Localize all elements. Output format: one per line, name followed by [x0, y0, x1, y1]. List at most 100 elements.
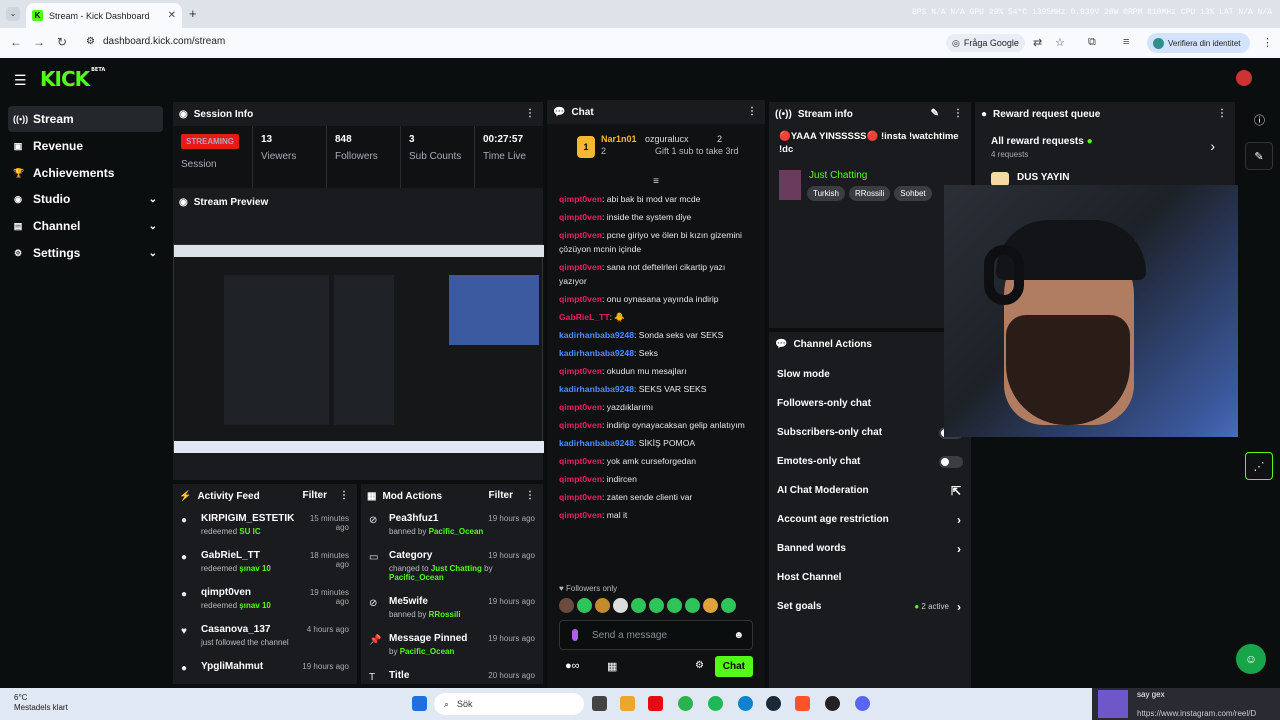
edit-pencil-icon[interactable]: ✎ — [931, 108, 939, 119]
notification-toast[interactable]: say gex https://www.instagram.com/reel/D — [1092, 688, 1280, 720]
emotes-only-option[interactable]: Emotes-only chat — [769, 447, 971, 476]
chat-username[interactable]: GabRieL_TT — [559, 312, 610, 322]
filter-button[interactable]: Filter — [489, 490, 513, 501]
chat-settings-icon[interactable]: ≡ — [547, 176, 765, 190]
profile-verify-button[interactable]: Verifiera din identitet — [1147, 33, 1250, 53]
discord-icon[interactable] — [855, 696, 870, 711]
sidebar-item-achievements[interactable]: 🏆 Achievements — [8, 160, 163, 186]
back-icon[interactable]: ← — [10, 35, 22, 49]
sidebar-item-channel[interactable]: ▤ Channel ⌄ — [8, 213, 163, 239]
account-age-option[interactable]: Account age restriction › — [769, 505, 971, 534]
chat-username[interactable]: kadirhanbaba9248 — [559, 384, 634, 394]
extensions-icon[interactable]: ⧉ — [1088, 36, 1096, 49]
chevron-right-icon[interactable]: › — [1210, 138, 1215, 154]
close-tab-icon[interactable]: ✕ — [168, 10, 176, 21]
chat-username[interactable]: qimpt0ven — [559, 492, 602, 502]
more-options-icon[interactable]: ⋮ — [747, 106, 757, 117]
sidebar-item-studio[interactable]: ◉ Studio ⌄ — [8, 186, 163, 212]
emotes-only-toggle[interactable] — [939, 455, 963, 468]
set-goals-option[interactable]: Set goals ● 2 active › — [769, 592, 971, 621]
sidebar-item-settings[interactable]: ⚙ Settings ⌄ — [8, 240, 163, 266]
host-channel-option[interactable]: Host Channel — [769, 563, 971, 592]
forward-icon[interactable]: → — [33, 35, 45, 49]
ai-moderation-option[interactable]: AI Chat Moderation ⇱ — [769, 476, 971, 505]
netflix-icon[interactable] — [648, 696, 663, 711]
slow-mode-option[interactable]: Slow mode — [769, 360, 971, 389]
emoji-icon[interactable]: ☻ — [733, 630, 744, 641]
more-options-icon[interactable]: ⋮ — [525, 490, 535, 501]
store-icon[interactable]: ▦ — [607, 660, 617, 673]
widget-button[interactable]: ⋰ — [1245, 452, 1273, 480]
more-options-icon[interactable]: ⋮ — [525, 108, 535, 119]
support-chat-button[interactable]: ☺ — [1236, 644, 1266, 674]
chat-username[interactable]: qimpt0ven — [559, 230, 602, 240]
taskbar-search[interactable]: ⌕ Sök — [434, 693, 584, 715]
brave-icon[interactable] — [795, 696, 810, 711]
chat-send-button[interactable]: Chat — [714, 656, 753, 677]
edge-icon[interactable] — [738, 696, 753, 711]
emote-icon[interactable] — [703, 598, 718, 613]
obs-icon[interactable] — [825, 696, 840, 711]
emote-icon[interactable] — [613, 598, 628, 613]
chat-gear-icon[interactable]: ⚙ — [695, 660, 704, 671]
reload-icon[interactable]: ↻ — [57, 35, 67, 49]
spotify-icon[interactable] — [708, 696, 723, 711]
sidebar-item-revenue[interactable]: ▣ Revenue — [8, 133, 163, 159]
file-explorer-icon[interactable] — [620, 696, 635, 711]
category-name[interactable]: Just Chatting — [809, 170, 867, 181]
emote-icon[interactable] — [649, 598, 664, 613]
kick-logo[interactable]: KICK BETA — [40, 67, 105, 91]
tag-pill[interactable]: Turkish — [807, 186, 845, 201]
chat-username[interactable]: qimpt0ven — [559, 366, 602, 376]
chat-username[interactable]: qimpt0ven — [559, 420, 602, 430]
chat-username[interactable]: qimpt0ven — [559, 294, 602, 304]
address-bar[interactable]: ⚙ dashboard.kick.com/stream — [86, 36, 225, 47]
infinity-icon[interactable]: ●∞ — [565, 660, 580, 672]
subscribers-only-option[interactable]: Subscribers-only chat — [769, 418, 971, 447]
tab-search-icon[interactable]: ⌄ — [6, 7, 20, 21]
tag-pill[interactable]: RRossili — [848, 186, 891, 201]
sidebar-item-stream[interactable]: ((•)) Stream — [8, 106, 163, 132]
weather-widget[interactable]: 6°C Mestadels klart — [14, 693, 68, 713]
ask-google-button[interactable]: ◎ Fråga Google — [946, 34, 1025, 52]
more-options-icon[interactable]: ⋮ — [953, 108, 963, 119]
all-reward-requests[interactable]: All reward requests ● — [991, 136, 1093, 147]
browser-menu-icon[interactable]: ⋮ — [1262, 36, 1273, 49]
task-view-icon[interactable] — [592, 696, 607, 711]
emote-icon[interactable] — [685, 598, 700, 613]
site-info-icon[interactable]: ⚙ — [86, 36, 95, 47]
chat-username[interactable]: qimpt0ven — [559, 402, 602, 412]
chat-username[interactable]: kadirhanbaba9248 — [559, 330, 634, 340]
emote-icon[interactable] — [721, 598, 736, 613]
info-icon[interactable]: ⓘ — [1254, 112, 1265, 128]
browser-tab[interactable]: K Stream - Kick Dashboard ✕ — [26, 3, 182, 28]
chat-username[interactable]: qimpt0ven — [559, 456, 602, 466]
chat-username[interactable]: qimpt0ven — [559, 194, 602, 204]
emote-icon[interactable] — [631, 598, 646, 613]
emote-icon[interactable] — [667, 598, 682, 613]
chrome-icon[interactable] — [678, 696, 693, 711]
more-options-icon[interactable]: ⋮ — [339, 490, 349, 501]
emote-icon[interactable] — [577, 598, 592, 613]
mic-icon[interactable] — [572, 629, 578, 641]
bookmark-star-icon[interactable]: ☆ — [1055, 36, 1065, 49]
windows-start-icon[interactable] — [412, 696, 427, 711]
emote-icon[interactable] — [559, 598, 574, 613]
emote-icon[interactable] — [595, 598, 610, 613]
user-avatar[interactable] — [1236, 70, 1252, 86]
translate-icon[interactable]: ⇄ — [1033, 36, 1042, 49]
reading-list-icon[interactable]: ≡ — [1123, 36, 1129, 48]
more-options-icon[interactable]: ⋮ — [1217, 108, 1227, 119]
chat-username[interactable]: qimpt0ven — [559, 212, 602, 222]
steam-icon[interactable] — [766, 696, 781, 711]
edit-layout-button[interactable]: ✎ — [1245, 142, 1273, 170]
chat-username[interactable]: kadirhanbaba9248 — [559, 438, 634, 448]
followers-only-option[interactable]: Followers-only chat — [769, 389, 971, 418]
stream-preview-video[interactable] — [173, 244, 544, 453]
chat-message-input[interactable]: Send a message ☻ — [559, 620, 753, 650]
tag-pill[interactable]: Sohbet — [894, 186, 932, 201]
menu-hamburger-icon[interactable]: ☰ — [14, 72, 27, 89]
chat-username[interactable]: qimpt0ven — [559, 262, 602, 272]
reward-item-title[interactable]: DUS YAYIN — [1017, 172, 1069, 183]
chat-username[interactable]: kadirhanbaba9248 — [559, 348, 634, 358]
